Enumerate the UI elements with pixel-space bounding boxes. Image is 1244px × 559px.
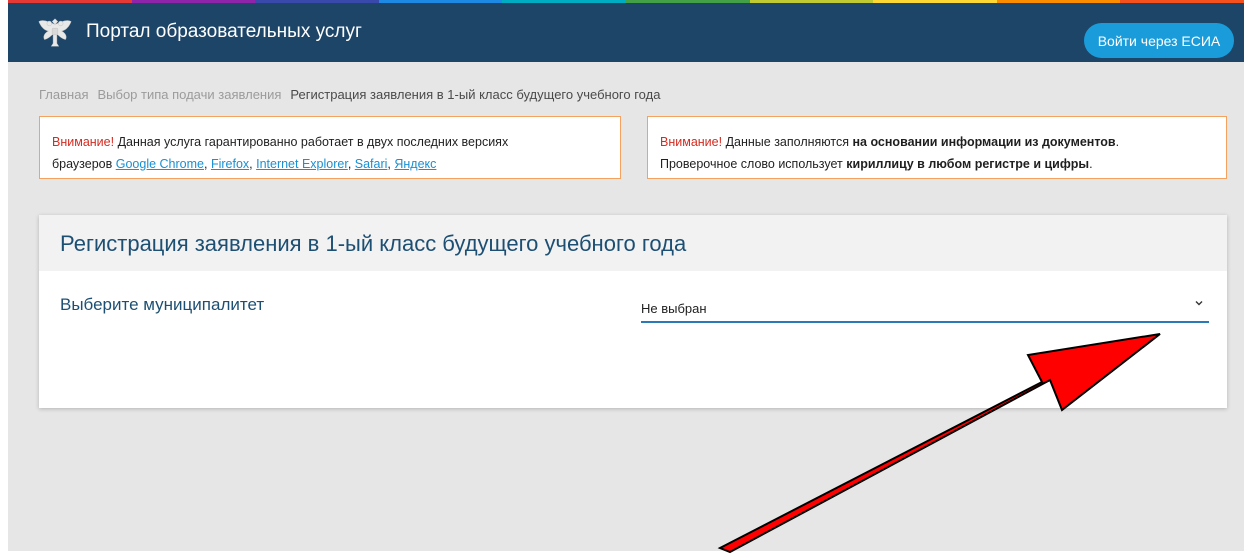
browser-link-chrome[interactable]: Google Chrome <box>116 157 204 171</box>
notice-warning-label: Внимание! <box>52 135 115 149</box>
notice-text: браузеров <box>52 157 116 171</box>
portal-title-link[interactable]: Портал образовательных услуг <box>86 20 362 44</box>
notice-bold-text: кириллицу в любом регистре и цифры <box>846 157 1090 171</box>
registration-form-card: Регистрация заявления в 1-ый класс будущ… <box>39 215 1227 408</box>
municipality-select[interactable]: Не выбран <box>641 295 1209 323</box>
breadcrumb-home[interactable]: Главная <box>39 87 88 102</box>
notice-bold-text: на основании информации из документов <box>852 135 1116 149</box>
municipality-label: Выберите муниципалитет <box>60 295 265 314</box>
coat-of-arms-icon[interactable] <box>36 13 74 51</box>
form-title: Регистрация заявления в 1-ый класс будущ… <box>60 231 687 256</box>
browser-link-firefox[interactable]: Firefox <box>211 157 249 171</box>
notice-text: Данная услуга гарантированно работает в … <box>114 135 509 149</box>
data-entry-notice: Внимание! Данные заполняются на основани… <box>647 116 1227 179</box>
chevron-down-icon[interactable] <box>1193 297 1205 309</box>
notice-warning-label: Внимание! <box>660 135 723 149</box>
browser-support-notice: Внимание! Данная услуга гарантированно р… <box>39 116 621 179</box>
breadcrumb-current: Регистрация заявления в 1-ый класс будущ… <box>290 87 661 102</box>
notice-text: Проверочное слово использует <box>660 157 847 171</box>
card-header: Регистрация заявления в 1-ый класс будущ… <box>39 215 1227 271</box>
breadcrumb-submission-type[interactable]: Выбор типа подачи заявления <box>97 87 281 102</box>
browser-link-safari[interactable]: Safari <box>355 157 388 171</box>
browser-link-yandex[interactable]: Яндекс <box>394 157 436 171</box>
browser-link-ie[interactable]: Internet Explorer <box>256 157 348 171</box>
municipality-select-value: Не выбран <box>641 301 707 316</box>
notice-text: Данные заполняются <box>722 135 853 149</box>
breadcrumb: Главная Выбор типа подачи заявления Реги… <box>39 87 660 102</box>
esia-login-button[interactable]: Войти через ЕСИА <box>1084 23 1234 58</box>
site-header: Портал образовательных услуг Войти через… <box>8 3 1244 62</box>
notice-text: . <box>1115 135 1120 149</box>
notice-text: . <box>1089 157 1093 171</box>
page: Портал образовательных услуг Войти через… <box>8 0 1244 551</box>
